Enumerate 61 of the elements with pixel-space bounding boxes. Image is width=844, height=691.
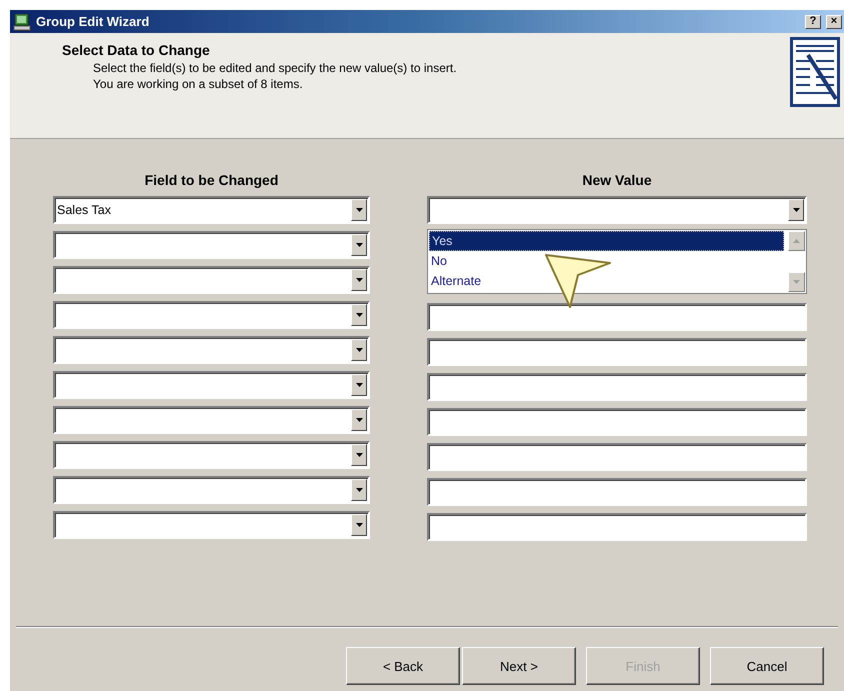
page-title: Select Data to Change bbox=[62, 42, 211, 58]
dropdown-field[interactable] bbox=[53, 336, 370, 364]
dropdown-button[interactable] bbox=[351, 409, 367, 431]
column-header: New Value bbox=[581, 172, 653, 190]
dropdown-field[interactable] bbox=[53, 476, 370, 504]
pointer-icon bbox=[544, 253, 614, 311]
caret-down-icon bbox=[356, 453, 362, 457]
dropdown-button[interactable] bbox=[351, 199, 367, 221]
caret-down-icon bbox=[356, 488, 362, 492]
dropdown-field[interactable] bbox=[53, 441, 370, 469]
caret-down-icon bbox=[356, 208, 362, 212]
input-field[interactable] bbox=[427, 478, 807, 506]
scroll-up-icon bbox=[793, 239, 800, 243]
caret-down-icon bbox=[792, 208, 800, 212]
dropdown-field[interactable] bbox=[53, 231, 370, 259]
scroll-up-button[interactable] bbox=[788, 231, 805, 251]
caret-down-icon bbox=[356, 278, 362, 282]
dropdown-field[interactable] bbox=[427, 196, 807, 224]
dropdown-field[interactable] bbox=[53, 301, 370, 329]
dropdown-button[interactable] bbox=[351, 374, 367, 396]
help-button[interactable]: ? bbox=[805, 14, 821, 28]
wizard-button[interactable]: Next > bbox=[462, 647, 576, 685]
caret-down-icon bbox=[793, 280, 800, 284]
dropdown-button[interactable] bbox=[351, 234, 367, 256]
caret-down-icon bbox=[356, 523, 362, 527]
dropdown-field[interactable] bbox=[53, 371, 370, 399]
description-text: You are working on a subset of 8 items. bbox=[92, 76, 304, 92]
dropdown-button[interactable] bbox=[351, 269, 367, 291]
dropdown-button[interactable] bbox=[788, 199, 804, 221]
caret-down-icon bbox=[356, 383, 362, 387]
wizard-button[interactable]: Cancel bbox=[710, 647, 824, 685]
close-button[interactable]: × bbox=[826, 14, 842, 28]
dropdown-field[interactable] bbox=[53, 266, 370, 294]
dropdown-button[interactable] bbox=[351, 304, 367, 326]
list-option[interactable]: Alternate bbox=[429, 271, 784, 291]
caret-down-icon bbox=[356, 348, 362, 352]
dropdown-field[interactable]: Sales Tax bbox=[53, 196, 370, 224]
input-field[interactable] bbox=[427, 513, 807, 541]
input-field[interactable] bbox=[427, 443, 807, 471]
dropdown-button[interactable] bbox=[351, 479, 367, 501]
input-field[interactable] bbox=[427, 338, 807, 366]
dropdown-button[interactable] bbox=[351, 514, 367, 536]
description-text: Select the field(s) to be edited and specify the new value(s) to insert. bbox=[92, 60, 458, 76]
caret-down-icon bbox=[356, 243, 362, 247]
caret-down-icon bbox=[356, 313, 362, 317]
input-field[interactable] bbox=[427, 408, 807, 436]
computer-icon bbox=[13, 12, 31, 30]
dropdown-button[interactable] bbox=[351, 444, 367, 466]
window-title: Group Edit Wizard bbox=[36, 14, 150, 29]
scroll-down-button[interactable] bbox=[788, 272, 805, 292]
list-option[interactable]: No bbox=[429, 251, 784, 271]
wizard-icon bbox=[790, 37, 840, 107]
column-header: Field to be Changed bbox=[144, 172, 280, 190]
input-field[interactable] bbox=[427, 373, 807, 401]
dropdown-button[interactable] bbox=[351, 339, 367, 361]
caret-down-icon bbox=[356, 418, 362, 422]
dropdown-field[interactable] bbox=[53, 406, 370, 434]
list-option[interactable]: Yes bbox=[429, 231, 784, 251]
wizard-button[interactable]: < Back bbox=[346, 647, 460, 685]
dropdown-field[interactable] bbox=[53, 511, 370, 539]
input-field[interactable] bbox=[427, 303, 807, 331]
